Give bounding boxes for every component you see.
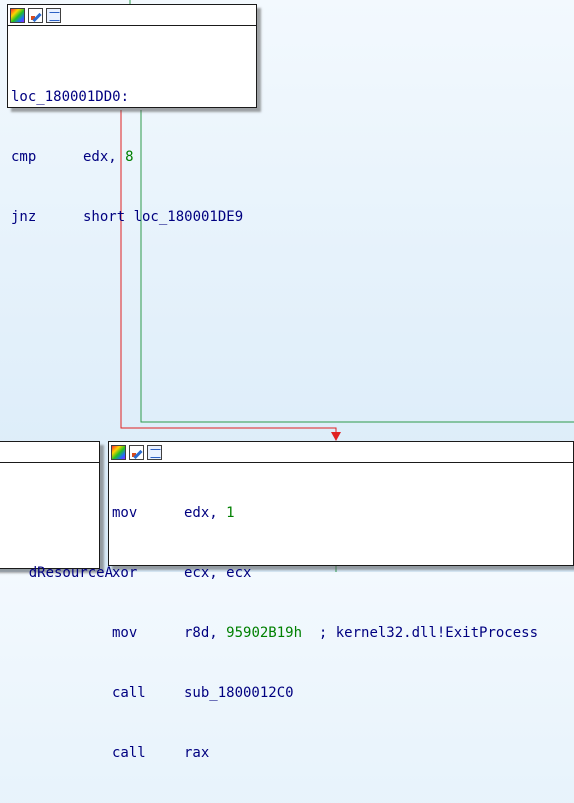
asm-line[interactable]: call rax — [112, 743, 573, 763]
mnemonic: mov — [112, 625, 138, 641]
color-icon[interactable] — [10, 7, 25, 23]
block-header — [109, 442, 573, 463]
asm-line[interactable]: mov r8d, 95902B19h ; kernel32.dll!ExitPro… — [112, 623, 573, 643]
asm-line[interactable]: cmp edx, 8 — [11, 147, 256, 167]
call-target[interactable]: sub_1800012C0 — [184, 685, 294, 701]
operand: edx, — [83, 149, 126, 165]
operand: ecx, ecx — [184, 565, 252, 581]
mnemonic: call — [112, 685, 146, 701]
mnemonic: xor — [112, 565, 138, 581]
asm-line[interactable]: mov edx, 1 — [112, 503, 573, 523]
asm-line[interactable]: jnz short loc_180001DE9 — [11, 207, 256, 227]
mnemonic: mov — [112, 505, 138, 521]
api-comment: ; kernel32.dll!ExitProcess — [302, 625, 539, 641]
edit-icon[interactable] — [28, 7, 43, 23]
code-block-loc-180001DD0[interactable]: loc_180001DD0: cmp edx, 8 jnz short loc_18… — [7, 4, 257, 225]
code-block-exitprocess[interactable]: mov edx, 1 xor ecx, ecx mov r8d, 95902B19h … — [108, 441, 574, 761]
operand: short loc_180001DE9 — [83, 209, 244, 225]
immediate-value: 1 — [226, 505, 235, 521]
graph-icon[interactable] — [46, 7, 61, 23]
block-header — [8, 5, 256, 26]
block-code: dResourceA — [0, 463, 113, 603]
graph-icon[interactable] — [147, 444, 162, 460]
block-code: mov edx, 1 xor ecx, ecx mov r8d, 95902B19h … — [109, 463, 573, 803]
partial-operand[interactable]: dResourceA — [29, 565, 113, 581]
mnemonic: cmp — [11, 149, 37, 165]
block-code: loc_180001DD0: cmp edx, 8 jnz short loc_18… — [8, 26, 256, 267]
edge-arrowhead — [331, 432, 341, 441]
asm-line[interactable]: xor ecx, ecx — [112, 563, 573, 583]
mnemonic: call — [112, 745, 146, 761]
operand: edx, — [184, 505, 227, 521]
block-label[interactable]: loc_180001DD0: — [11, 87, 256, 107]
asm-line[interactable]: call sub_1800012C0 — [112, 683, 573, 703]
immediate-value: 95902B19h — [226, 625, 303, 641]
color-icon[interactable] — [111, 444, 126, 460]
block-header — [0, 442, 99, 463]
code-block-partial-left[interactable]: dResourceA — [0, 441, 113, 581]
immediate-value: 8 — [125, 149, 134, 165]
mnemonic: jnz — [11, 209, 37, 225]
edit-icon[interactable] — [129, 444, 144, 460]
operand: r8d, — [184, 625, 227, 641]
operand: rax — [184, 745, 210, 761]
